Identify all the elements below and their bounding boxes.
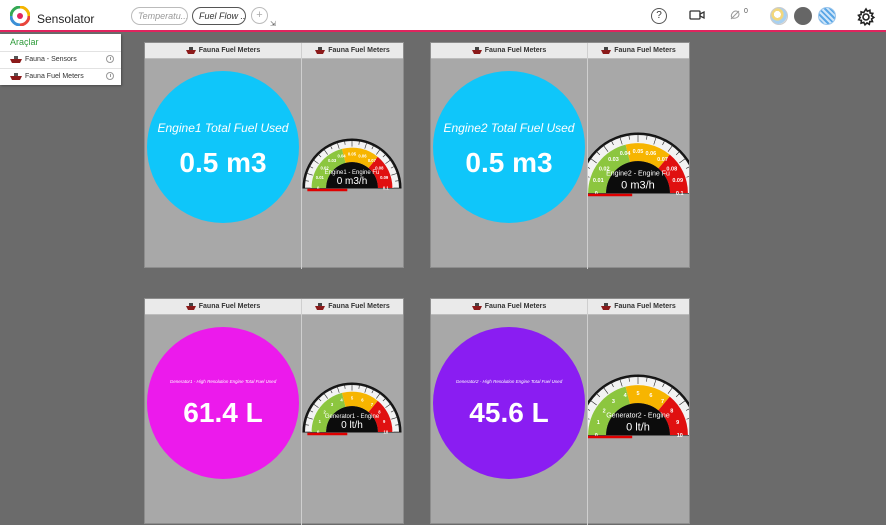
gauge-name: Engine2 - Engine Fu: [606, 171, 670, 178]
widget-header: Fauna Fuel Meters: [145, 43, 301, 59]
gauge-tick-label: 0.06: [646, 151, 657, 157]
ship-icon: [10, 73, 22, 80]
total-fuel-title: Generator1 - High Resolution Engine Tota…: [169, 379, 277, 384]
widget-card: Fauna Fuel Meters Fauna Fuel Meters Engi…: [144, 42, 404, 269]
gauge-tick-label: 0.06: [358, 153, 367, 158]
gauge-tick-label: 2: [603, 408, 606, 414]
gauge-tick-label: 0.04: [620, 151, 632, 157]
tool-item-fauna-sensors[interactable]: Fauna - Sensors: [0, 51, 121, 67]
gauge-tick-label: 0.01: [593, 178, 604, 184]
total-fuel-circle: Generator2 - High Resolution Engine Tota…: [433, 327, 585, 479]
widget-header: Fauna Fuel Meters: [145, 299, 301, 315]
gauge-readout: 0 m3/h: [337, 176, 368, 187]
theme-dark-icon[interactable]: [794, 7, 812, 25]
gauge-tick-label: 3: [612, 399, 615, 405]
tools-panel-title[interactable]: Araçlar: [10, 37, 39, 47]
widget-card: Fauna Fuel Meters Fauna Fuel Meters Engi…: [430, 42, 690, 269]
gauge-tick-label: 0.05: [348, 152, 357, 157]
gauge-name: Engine1 - Engine Fu: [325, 170, 380, 176]
gauge-tick-label: 0.07: [657, 157, 668, 163]
total-fuel-value: 0.5 m3: [465, 147, 553, 178]
widget-header-text: Fauna Fuel Meters: [484, 47, 547, 54]
fuel-flow-gauge: 012345678910Generator2 - Engine0 lt/h: [588, 299, 689, 525]
gear-icon[interactable]: [856, 7, 876, 27]
gauge-tick-label: 10: [677, 433, 683, 439]
ship-icon: [185, 302, 196, 310]
gauge-tick-label: 0.07: [368, 158, 377, 163]
gauge-tick-label: 0.09: [380, 175, 389, 180]
gauge-tick-label: 1: [597, 420, 600, 426]
tools-panel: Araçlar Fauna - Sensors Fauna Fuel Meter…: [0, 34, 121, 85]
gauge-tick-label: 5: [636, 391, 639, 397]
top-bar: Sensolator Temperatu... Fuel Flow ... + …: [0, 0, 886, 32]
widget-header-text: Fauna Fuel Meters: [198, 303, 261, 310]
tool-item-fauna-fuel-meters[interactable]: Fauna Fuel Meters: [0, 68, 121, 84]
widget-header: Fauna Fuel Meters: [431, 299, 587, 315]
total-fuel-circle: Generator1 - High Resolution Engine Tota…: [147, 327, 299, 479]
total-fuel-value: 0.5 m3: [179, 147, 267, 178]
total-fuel-value: 45.6 L: [469, 397, 549, 428]
total-fuel-circle: Engine2 Total Fuel Used 0.5 m3: [433, 71, 585, 223]
ship-icon: [185, 46, 196, 54]
gauge-readout: 0 lt/h: [626, 421, 650, 433]
widget-header-text: Fauna Fuel Meters: [484, 303, 547, 310]
tab-temperature[interactable]: Temperatu...: [131, 7, 188, 25]
widget-header-text: Fauna Fuel Meters: [198, 47, 261, 54]
gauge-tick-label: 0.1: [383, 185, 389, 190]
theme-blue-icon[interactable]: [818, 7, 836, 25]
gauge-tick-label: 0.04: [337, 153, 346, 158]
ship-icon: [471, 302, 482, 310]
gauge-tick-label: 0.1: [676, 191, 684, 197]
camera-icon[interactable]: [689, 8, 705, 22]
gauge-icon: [106, 72, 114, 80]
fuel-flow-gauge: 0 1 2 3 4 5 6 7 8 9 10 Generator1 - Engine 0 lt/h: [302, 299, 403, 525]
tab-fuel-flow[interactable]: Fuel Flow ...: [192, 7, 246, 25]
gauge-tick-label: 8: [670, 408, 673, 414]
gauge-tick-label: 0.09: [672, 178, 683, 184]
ship-icon: [471, 46, 482, 54]
gauge-readout: 0 lt/h: [341, 420, 363, 431]
notification-count: 0: [744, 8, 748, 15]
resize-icon[interactable]: ⇲: [270, 20, 276, 28]
gauge-tick-label: 0.03: [608, 157, 619, 163]
fuel-flow-gauge: 00.010.020.030.040.050.060.070.080.090.1…: [588, 43, 689, 269]
gauge-svg: 00.010.020.030.040.050.060.070.080.090.1…: [588, 132, 689, 197]
gauge-readout: 0 m3/h: [621, 179, 655, 191]
gauge-tick-label: 0.01: [316, 175, 325, 180]
add-tab-button[interactable]: +: [251, 7, 268, 24]
total-fuel-circle: Engine1 Total Fuel Used 0.5 m3: [147, 71, 299, 223]
theme-light-icon[interactable]: [770, 7, 788, 25]
tool-item-label: Fauna Fuel Meters: [25, 73, 84, 80]
gauge-tick-label: 7: [661, 399, 664, 405]
total-fuel-title: Engine2 Total Fuel Used: [443, 121, 575, 135]
gauge-tick-label: 0.05: [633, 149, 644, 155]
fuel-flow-gauge: 00.010.020.030.040.050.060.070.080.090.1…: [302, 43, 403, 269]
gauge-svg: 00.010.020.030.040.050.060.070.080.090.1…: [302, 138, 402, 192]
widget-header: Fauna Fuel Meters: [431, 43, 587, 59]
sensolator-logo[interactable]: [10, 6, 30, 26]
gauge-svg: 012345678910Generator2 - Engine0 lt/h: [588, 374, 689, 439]
gauge-tick-label: 0.03: [328, 158, 337, 163]
gauge-icon: [106, 55, 114, 63]
gauge-name: Generator1 - Engine: [325, 414, 380, 420]
total-fuel-value: 61.4 L: [183, 397, 263, 428]
widget-card: Fauna Fuel Meters Fauna Fuel Meters Gene…: [430, 298, 690, 525]
widget-card: Fauna Fuel Meters Fauna Fuel Meters Gene…: [144, 298, 404, 525]
gauge-tick-label: 10: [384, 429, 389, 434]
total-fuel-title: Engine1 Total Fuel Used: [157, 121, 289, 135]
help-icon[interactable]: ?: [651, 8, 667, 24]
total-fuel-title: Generator2 - High Resolution Engine Tota…: [455, 379, 563, 384]
app-title: Sensolator: [37, 12, 95, 26]
ship-icon: [10, 56, 22, 63]
gauge-tick-label: 6: [649, 393, 652, 399]
gauge-name: Generator2 - Engine: [606, 413, 670, 420]
gauge-tick-label: 9: [676, 420, 679, 426]
tool-item-label: Fauna - Sensors: [25, 56, 77, 63]
gauge-svg: 01234 5 678910Generator1 - Engine0 lt/h: [302, 382, 402, 436]
bell-icon[interactable]: [728, 8, 742, 22]
